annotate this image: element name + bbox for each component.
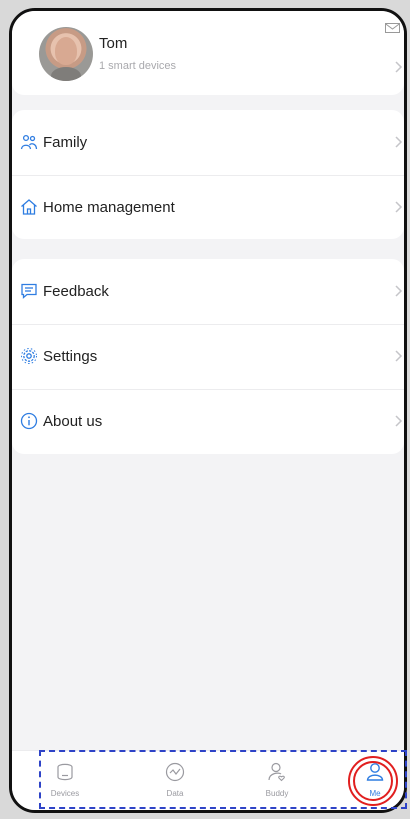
chevron-right-icon (395, 61, 403, 73)
menu-item-about-us[interactable]: About us (12, 389, 404, 454)
menu-group-household: Family Home management (12, 110, 404, 239)
tab-label: Buddy (265, 789, 289, 798)
menu-item-label: Family (43, 134, 88, 151)
menu-item-label: Home management (43, 199, 175, 216)
tab-data[interactable]: Data (145, 761, 205, 809)
menu-item-home-management[interactable]: Home management (12, 175, 404, 240)
profile-name: Tom (99, 35, 128, 52)
settings-icon (21, 348, 37, 364)
device-count: 1 smart devices (99, 60, 177, 72)
feedback-icon (21, 283, 37, 299)
family-icon (20, 134, 38, 150)
bottom-tab-bar: Devices Data Buddy Me (12, 750, 404, 810)
buddy-icon (268, 762, 285, 782)
chevron-right-icon (395, 415, 403, 427)
menu-item-feedback[interactable]: Feedback (12, 259, 404, 324)
devices-icon (57, 763, 73, 781)
chevron-right-icon (395, 201, 403, 213)
mail-icon[interactable] (385, 23, 400, 33)
menu-item-settings[interactable]: Settings (12, 324, 404, 389)
avatar-shirt (51, 67, 81, 81)
avatar (39, 27, 93, 81)
info-icon (20, 412, 38, 430)
menu-group-app: Feedback Settings About us (12, 259, 404, 454)
tab-devices[interactable]: Devices (35, 761, 95, 809)
tab-label: Data (166, 789, 184, 798)
tab-label: Devices (50, 789, 80, 798)
tab-label: Me (369, 789, 381, 798)
menu-item-label: Settings (43, 348, 98, 365)
avatar-face (55, 37, 77, 65)
menu-item-label: Feedback (43, 283, 109, 300)
chevron-right-icon (395, 285, 403, 297)
tab-me[interactable]: Me (345, 761, 404, 809)
phone-screen: Tom 1 smart devices Family Home manageme… (9, 8, 407, 813)
tab-buddy[interactable]: Buddy (247, 761, 307, 809)
data-icon (165, 762, 185, 782)
menu-item-family[interactable]: Family (12, 110, 404, 175)
home-icon (21, 199, 37, 215)
chevron-right-icon (395, 136, 403, 148)
me-icon (366, 763, 384, 781)
chevron-right-icon (395, 350, 403, 362)
menu-item-label: About us (43, 413, 103, 430)
profile-card[interactable]: Tom 1 smart devices (12, 11, 404, 95)
